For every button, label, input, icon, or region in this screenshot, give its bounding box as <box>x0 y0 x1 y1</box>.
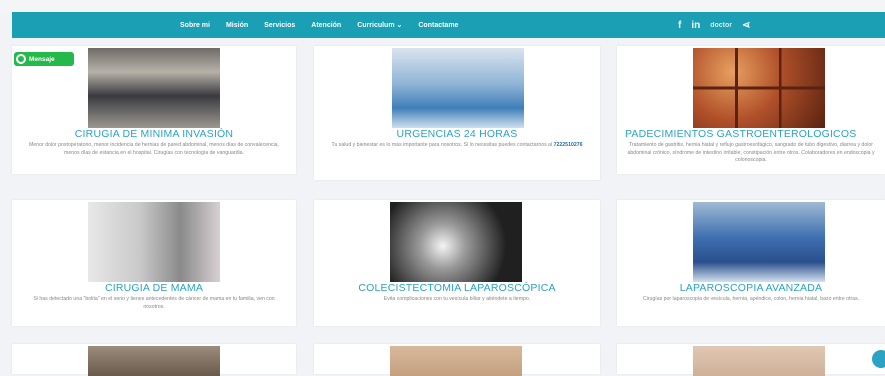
pink-ribbon-icon <box>88 202 220 282</box>
card-description: Si has detectado una "bolita" en el seno… <box>33 296 275 310</box>
card-title: PADECIMIENTOS GASTROENTEROLOGICOS <box>625 128 857 140</box>
service-card-row3-1[interactable] <box>12 344 296 376</box>
nav-item-atencion[interactable]: Atención <box>311 22 341 29</box>
top-gap <box>0 0 885 12</box>
laparoscopy-tower-icon <box>88 48 220 128</box>
whatsapp-button[interactable]: Mensaje <box>14 52 74 66</box>
card-description: Tu salud y bienestar es lo más important… <box>324 142 590 150</box>
service-card-row3-2[interactable] <box>314 344 600 376</box>
card-title: CIRUGIA DE MINIMA INVASIÓN <box>74 128 234 140</box>
card-description: Tratamiento de gastritis, hernia hiatal … <box>627 142 875 163</box>
service-card-gastro[interactable]: PADECIMIENTOS GASTROENTEROLOGICOS Tratam… <box>617 46 885 174</box>
service-card-urgencias[interactable]: URGENCIAS 24 HORAS Tu salud y bienestar … <box>314 46 600 180</box>
surgery-team-icon <box>693 202 825 282</box>
facebook-icon[interactable]: f <box>678 20 681 31</box>
nav-item-servicios[interactable]: Servicios <box>264 22 295 29</box>
card-image-icon <box>693 346 825 376</box>
scroll-to-top-button[interactable] <box>872 350 885 368</box>
card-description: Cirugías por laparoscopia de vesícula, h… <box>642 296 860 302</box>
card-title: CIRUGIA DE MAMA <box>104 282 204 294</box>
card-title: URGENCIAS 24 HORAS <box>396 128 518 140</box>
card-description: Evita complicaciones con tu vesícula bil… <box>383 296 531 302</box>
card-image-icon <box>88 346 220 376</box>
nav-item-mision[interactable]: Misión <box>226 22 248 29</box>
emergency-team-icon <box>392 48 524 128</box>
linkedin-icon[interactable]: in <box>691 20 700 31</box>
service-card-mama[interactable]: CIRUGIA DE MAMA Si has detectado una "bo… <box>12 200 296 326</box>
service-card-laparoscopia[interactable]: LAPAROSCOPIA AVANZADA Cirugías por lapar… <box>617 200 885 326</box>
cholangiogram-icon <box>390 202 522 282</box>
card-title: COLECISTECTOMIA LAPAROSCÓPICA <box>358 282 556 294</box>
nav-item-contactame[interactable]: Contactame <box>418 22 458 29</box>
social-links: f in doctor ⋖ <box>678 12 750 38</box>
card-title: LAPAROSCOPIA AVANZADA <box>679 282 823 294</box>
endoscopy-grid-icon <box>693 48 825 128</box>
nav-item-sobre-mi[interactable]: Sobre mi <box>180 22 210 29</box>
card-image-icon <box>390 346 522 376</box>
whatsapp-label: Mensaje <box>29 55 55 63</box>
service-card-row3-3[interactable] <box>617 344 885 376</box>
card-description-text: Tu salud y bienestar es lo más important… <box>331 142 553 148</box>
nav-menu: Sobre mi Misión Servicios Atención Curri… <box>180 12 474 38</box>
service-card-colecistectomia[interactable]: COLECISTECTOMIA LAPAROSCÓPICA Evita comp… <box>314 200 600 326</box>
doctoralia-icon[interactable]: doctor <box>710 22 732 29</box>
phone-link[interactable]: 7222510276 <box>554 142 583 148</box>
card-description: Menor dolor postoperatorio, menor incide… <box>28 142 280 156</box>
share-icon[interactable]: ⋖ <box>742 20 750 31</box>
nav-item-curriculum[interactable]: Curriculum ⌄ <box>357 21 402 29</box>
top-navbar: Sobre mi Misión Servicios Atención Curri… <box>12 12 885 38</box>
whatsapp-icon <box>16 54 26 64</box>
